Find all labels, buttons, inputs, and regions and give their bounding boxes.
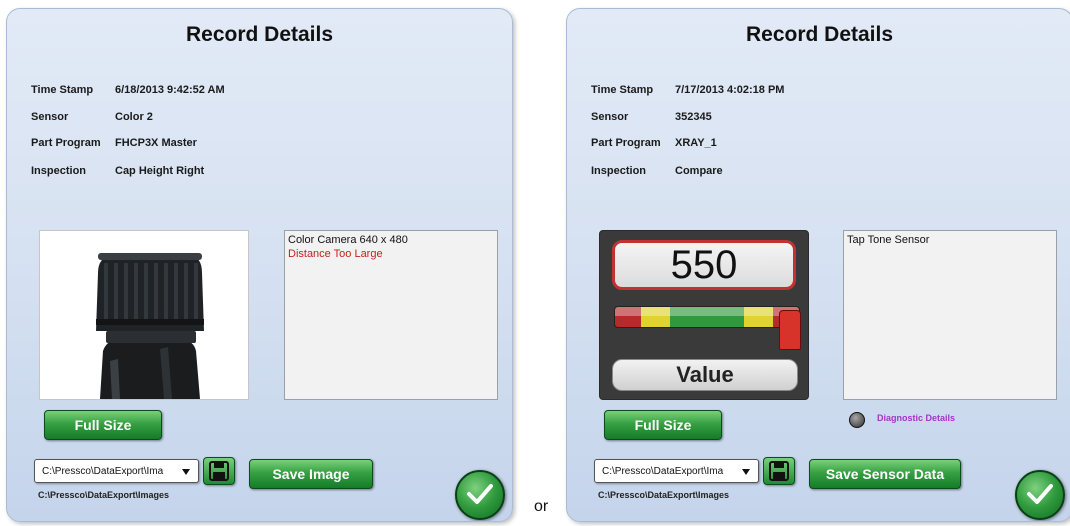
record-details-panel-left: Record Details Time Stamp 6/18/2013 9:42… — [6, 8, 513, 522]
inspection-value: Cap Height Right — [115, 165, 205, 177]
export-path-value: C:\Pressco\DataExport\Ima — [602, 465, 724, 477]
panel-title: Record Details — [185, 23, 334, 46]
checkmark-icon — [1027, 484, 1053, 504]
export-path-dropdown[interactable]: C:\Pressco\DataExport\Ima — [594, 459, 759, 483]
sensor-info-line: Color Camera 640 x 480 — [288, 234, 408, 246]
diagnostic-details-toggle[interactable] — [849, 412, 865, 428]
time-stamp-value: 7/17/2013 4:02:18 PM — [675, 84, 785, 96]
sensor-label: Sensor — [31, 111, 69, 123]
gauge-label: Value — [612, 359, 798, 391]
error-line: Distance Too Large — [288, 248, 383, 260]
floppy-disk-icon[interactable] — [763, 457, 795, 485]
sensor-info-line: Tap Tone Sensor — [847, 234, 930, 246]
export-path-dropdown[interactable]: C:\Pressco\DataExport\Ima — [34, 459, 199, 483]
inspection-image — [39, 230, 249, 400]
time-stamp-label: Time Stamp — [591, 84, 654, 96]
inspection-label: Inspection — [31, 165, 87, 177]
gauge-pointer-icon — [779, 310, 801, 350]
part-program-value: XRAY_1 — [675, 137, 717, 149]
gauge-range-bar — [614, 306, 800, 328]
sensor-value: Color 2 — [115, 111, 153, 123]
record-details-panel-right: Record Details Time Stamp 7/17/2013 4:02… — [566, 8, 1070, 522]
inspection-label: Inspection — [591, 165, 647, 177]
separator-or: or — [534, 498, 549, 515]
sensor-value-gauge: 550 Value — [599, 230, 809, 400]
ok-checkmark-button[interactable] — [455, 470, 505, 520]
checkmark-icon — [467, 484, 493, 504]
inspection-value: Compare — [675, 165, 723, 177]
dropdown-arrow-icon — [742, 469, 750, 475]
bottle-cap-photo-icon — [40, 231, 248, 399]
part-program-value: FHCP3X Master — [115, 137, 197, 149]
time-stamp-label: Time Stamp — [31, 84, 94, 96]
info-text-box: Color Camera 640 x 480 Distance Too Larg… — [284, 230, 498, 400]
export-path-text: C:\Pressco\DataExport\Images — [38, 490, 170, 500]
diagnostic-details-label: Diagnostic Details — [877, 413, 956, 423]
dropdown-arrow-icon — [182, 469, 190, 475]
full-size-button[interactable]: Full Size — [604, 410, 722, 440]
part-program-label: Part Program — [591, 137, 661, 149]
info-text-box: Tap Tone Sensor — [843, 230, 1057, 400]
sensor-value: 352345 — [675, 111, 712, 123]
export-path-value: C:\Pressco\DataExport\Ima — [42, 465, 164, 477]
time-stamp-value: 6/18/2013 9:42:52 AM — [115, 84, 225, 96]
full-size-button[interactable]: Full Size — [44, 410, 162, 440]
export-path-text: C:\Pressco\DataExport\Images — [598, 490, 730, 500]
gauge-value-display: 550 — [612, 240, 796, 290]
panel-title: Record Details — [745, 23, 894, 46]
part-program-label: Part Program — [31, 137, 101, 149]
sensor-label: Sensor — [591, 111, 629, 123]
save-image-button[interactable]: Save Image — [249, 459, 373, 489]
ok-checkmark-button[interactable] — [1015, 470, 1065, 520]
floppy-disk-icon[interactable] — [203, 457, 235, 485]
save-sensor-data-button[interactable]: Save Sensor Data — [809, 459, 961, 489]
